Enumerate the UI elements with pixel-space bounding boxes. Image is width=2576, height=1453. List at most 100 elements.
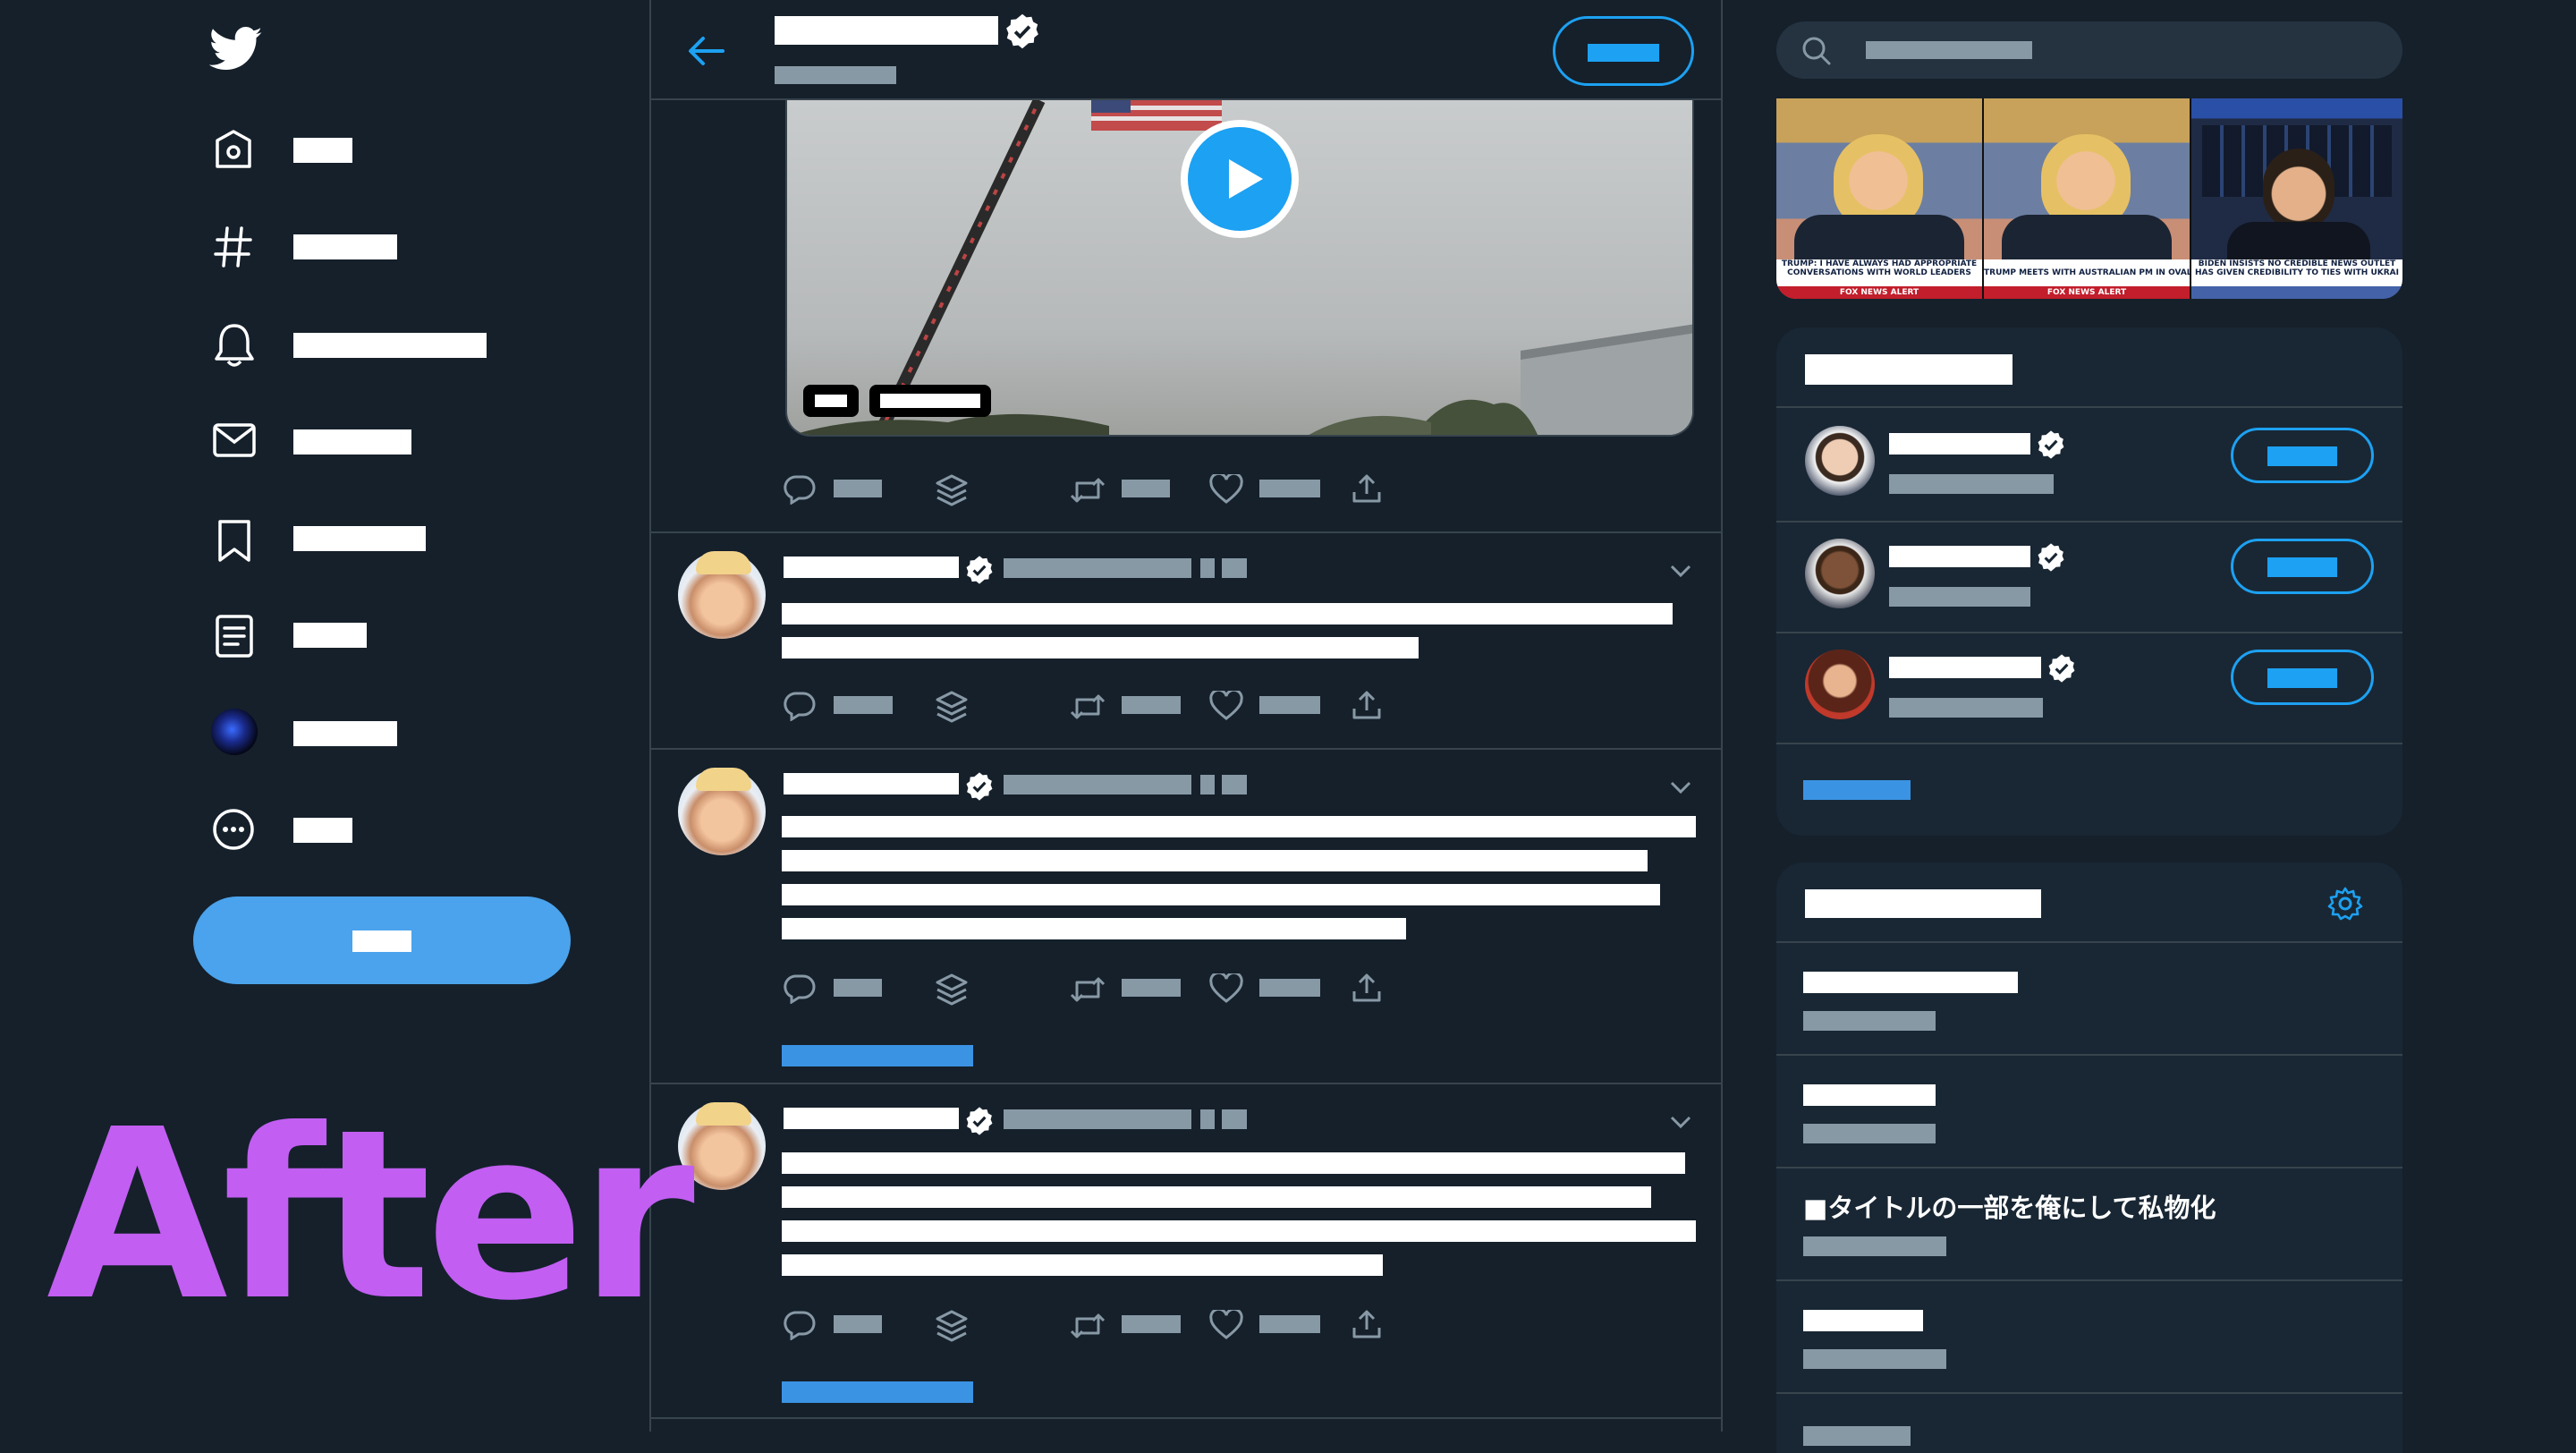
tweet-text-line: [782, 884, 1660, 905]
tweet-avatar-hair: [696, 551, 751, 574]
reply-icon[interactable]: [784, 1310, 816, 1340]
after-caption: After: [47, 1079, 695, 1352]
tweet-button[interactable]: [193, 896, 571, 984]
user-name: [1889, 546, 2030, 567]
tweet-time-dot: [1200, 558, 1215, 578]
share-icon[interactable]: [1351, 972, 1383, 1004]
follow-button-label: [2267, 446, 2337, 466]
share-icon[interactable]: [1351, 689, 1383, 721]
verified-icon: [2046, 653, 2077, 684]
tweet-text-line: [782, 1152, 1685, 1174]
share-icon[interactable]: [1351, 472, 1383, 505]
reply-icon[interactable]: [784, 691, 816, 721]
card-divider: [1776, 743, 2402, 744]
show-more-link[interactable]: [1803, 780, 1911, 800]
layers-icon[interactable]: [934, 472, 970, 508]
nav-label-bookmarks: [293, 526, 426, 551]
retweet-icon[interactable]: [1070, 693, 1106, 721]
chevron-down-icon[interactable]: [1669, 564, 1692, 578]
arrow-left-icon[interactable]: [687, 36, 724, 66]
search-icon: [1801, 36, 1832, 66]
reply-icon[interactable]: [784, 973, 816, 1004]
media-strip[interactable]: TRUMP: I HAVE ALWAYS HAD APPROPRIATE CON…: [1776, 98, 2402, 299]
show-thread-link[interactable]: [782, 1045, 973, 1066]
follow-button-label: [2267, 668, 2337, 688]
nav-label-more: [293, 818, 352, 843]
media-tag: FOX NEWS ALERT: [1776, 286, 1982, 299]
tweet-avatar-hair: [696, 768, 751, 791]
retweet-count: [1122, 1315, 1181, 1333]
user-handle: [1889, 698, 2043, 718]
tweet-time: [1222, 558, 1247, 578]
retweet-icon[interactable]: [1070, 1312, 1106, 1340]
show-thread-link[interactable]: [782, 1381, 973, 1403]
trend-title: [1803, 972, 2018, 993]
card-divider: [1776, 1392, 2402, 1394]
gear-icon[interactable]: [2327, 886, 2363, 922]
chevron-down-icon[interactable]: [1669, 1115, 1692, 1129]
media-tag: FOX NEWS ALERT: [1984, 286, 2190, 299]
follow-button[interactable]: [2231, 539, 2374, 594]
nav-label-home: [293, 138, 352, 163]
media-thumb[interactable]: TRUMP MEETS WITH AUSTRALIAN PM IN OVAL O…: [1984, 98, 2190, 299]
nav-label-notifications: [293, 333, 487, 358]
search-box[interactable]: [1776, 21, 2402, 79]
trend-meta: [1803, 1124, 1936, 1143]
reply-icon[interactable]: [784, 474, 816, 505]
card-divider: [1776, 406, 2402, 408]
share-icon[interactable]: [1351, 1308, 1383, 1340]
tweet-handle: [1004, 1109, 1191, 1129]
verified-icon: [2036, 542, 2066, 573]
user-name: [1889, 657, 2041, 678]
follow-button[interactable]: [2231, 650, 2374, 705]
tweet-text-line: [782, 637, 1419, 659]
layers-icon[interactable]: [934, 1308, 970, 1344]
reply-count: [834, 480, 882, 497]
retweet-count: [1122, 480, 1170, 497]
tweet-handle: [1004, 775, 1191, 794]
header-display-name: [775, 16, 998, 45]
twitter-bird-icon[interactable]: [209, 27, 263, 72]
media-thumb[interactable]: BIDEN INSISTS NO CREDIBLE NEWS OUTLET HA…: [2191, 98, 2402, 299]
header-follow-button[interactable]: [1553, 16, 1694, 86]
like-count: [1259, 696, 1320, 714]
retweet-icon[interactable]: [1070, 476, 1106, 505]
media-thumb-face: [2041, 134, 2131, 227]
reply-count: [834, 979, 882, 997]
tweet-text-line: [782, 1186, 1651, 1208]
media-thumb-face: [1834, 134, 1923, 227]
card-divider: [1776, 521, 2402, 523]
like-icon[interactable]: [1209, 973, 1243, 1004]
tweet-divider: [651, 1083, 1721, 1084]
trend-title: ■タイトルの一部を俺にして私物化: [1803, 1193, 2216, 1223]
hashtag-icon: [213, 225, 254, 268]
trend-meta: [1803, 1011, 1936, 1031]
layers-icon[interactable]: [934, 689, 970, 725]
trend-meta: [1803, 1236, 1946, 1256]
like-icon[interactable]: [1209, 691, 1243, 721]
retweet-icon[interactable]: [1070, 975, 1106, 1004]
verified-icon: [964, 1106, 995, 1136]
like-count: [1259, 480, 1320, 497]
tweet-time-dot: [1200, 775, 1215, 794]
bookmark-icon: [216, 519, 252, 564]
play-button[interactable]: [1181, 120, 1299, 238]
tweet-divider: [651, 748, 1721, 750]
like-icon[interactable]: [1209, 1310, 1243, 1340]
reply-count: [834, 696, 893, 714]
follow-button[interactable]: [2231, 428, 2374, 483]
chevron-down-icon[interactable]: [1669, 780, 1692, 794]
tweet-time-dot: [1200, 1109, 1215, 1129]
video-card[interactable]: [785, 100, 1694, 437]
tweet-time: [1222, 775, 1247, 794]
like-icon[interactable]: [1209, 474, 1243, 505]
verified-icon: [964, 771, 995, 802]
tweet-text-line: [782, 918, 1406, 939]
trend-title: [1803, 1310, 1923, 1331]
media-tag: [2191, 286, 2402, 299]
layers-icon[interactable]: [934, 972, 970, 1007]
user-name: [1889, 433, 2030, 455]
tweet-text-line: [782, 603, 1673, 625]
like-count: [1259, 1315, 1320, 1333]
media-thumb[interactable]: TRUMP: I HAVE ALWAYS HAD APPROPRIATE CON…: [1776, 98, 1982, 299]
